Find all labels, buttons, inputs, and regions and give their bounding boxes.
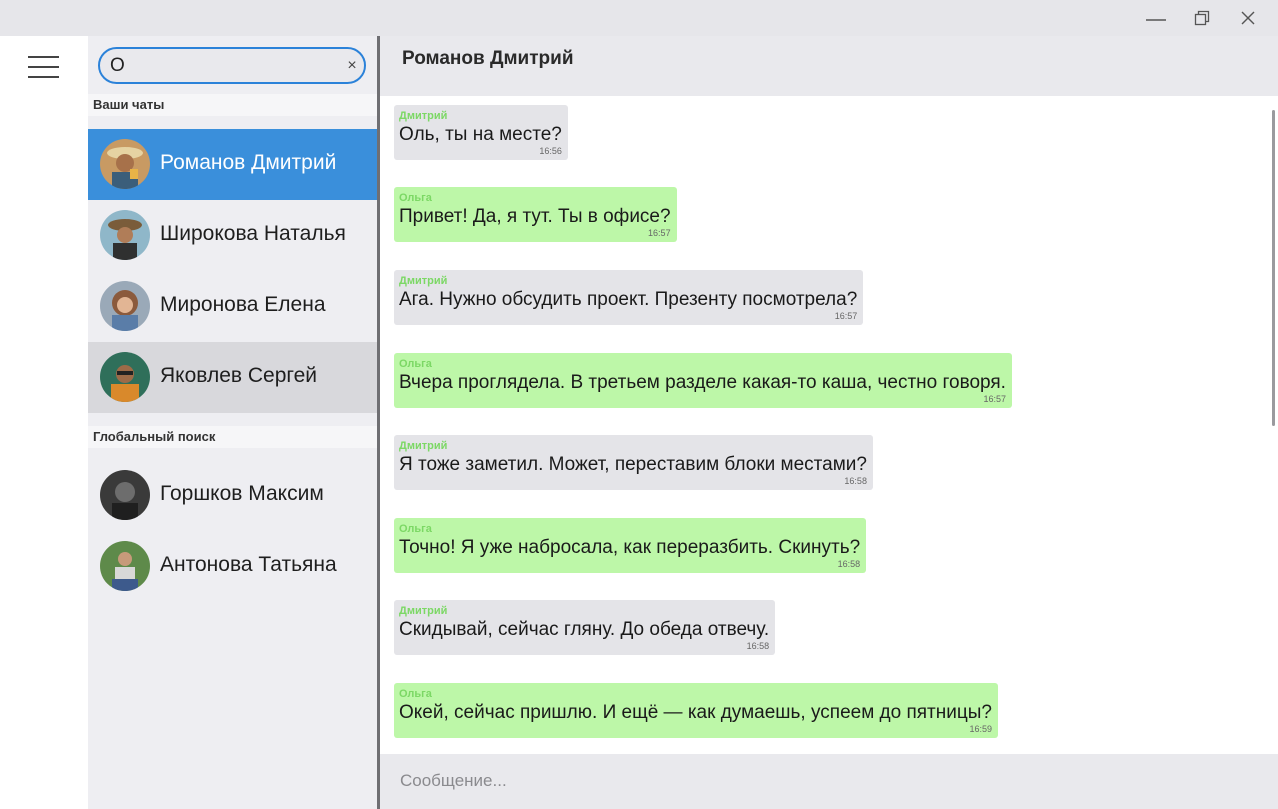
message-text: Окей, сейчас пришлю. И ещё — как думаешь… — [399, 702, 992, 723]
message-text: Привет! Да, я тут. Ты в офисе? — [399, 206, 671, 227]
message-time: 16:57 — [834, 311, 858, 321]
message-time: 16:59 — [969, 724, 992, 734]
chat-item[interactable]: Миронова Елена — [88, 271, 377, 342]
message-text: Вчера проглядела. В третьем разделе кака… — [399, 372, 1006, 393]
global-result-item[interactable]: Горшков Максим — [88, 460, 377, 531]
chat-name: Романов Дмитрий — [160, 151, 337, 174]
message-bubble: Дмитрий Скидывай, сейчас гляну. До обеда… — [394, 600, 776, 655]
avatar — [100, 210, 150, 260]
search-input[interactable] — [110, 55, 330, 77]
maximize-button[interactable] — [1179, 0, 1225, 36]
message-bubble: Ольга Окей, сейчас пришлю. И ещё — как д… — [394, 683, 998, 738]
chat-item[interactable]: Яковлев Сергей — [88, 342, 377, 413]
message-text: Точно! Я уже набросала, как переразбить.… — [399, 537, 861, 558]
message-text: Я тоже заметил. Может, переставим блоки … — [399, 454, 867, 475]
global-result-item[interactable]: Антонова Татьяна — [88, 531, 377, 602]
nav-rail — [0, 36, 88, 809]
message-bubble: Ольга Привет! Да, я тут. Ты в офисе? 16:… — [394, 187, 677, 242]
message-sender: Ольга — [399, 192, 432, 204]
message-time: 16:58 — [844, 476, 867, 486]
message-sender: Ольга — [399, 523, 432, 535]
avatar — [100, 281, 150, 331]
message-input[interactable] — [400, 766, 1240, 796]
message-scrollbar[interactable] — [1272, 110, 1275, 426]
minimize-button[interactable] — [1133, 0, 1179, 36]
minimize-icon — [1146, 19, 1166, 21]
section-your-chats: Ваши чаты — [88, 94, 377, 116]
hamburger-menu-icon[interactable] — [28, 56, 60, 78]
chat-item[interactable]: Широкова Наталья — [88, 200, 377, 271]
message-text: Оль, ты на месте? — [399, 124, 562, 145]
conversation-header: Романов Дмитрий — [380, 36, 1278, 96]
message-sender: Дмитрий — [399, 605, 448, 617]
message-time: 16:56 — [539, 146, 562, 156]
close-icon — [1241, 11, 1255, 25]
message-bubble: Ольга Точно! Я уже набросала, как перера… — [394, 518, 867, 573]
chat-name: Широкова Наталья — [160, 222, 346, 245]
message-sender: Дмитрий — [399, 440, 448, 452]
message-time: 16:58 — [746, 641, 770, 651]
chat-name: Миронова Елена — [160, 293, 326, 316]
chat-name: Горшков Максим — [160, 482, 324, 505]
clear-search-icon[interactable]: × — [344, 57, 360, 75]
message-bubble: Дмитрий Ага. Нужно обсудить проект. През… — [394, 270, 864, 325]
message-time: 16:57 — [983, 394, 1006, 404]
avatar — [100, 352, 150, 402]
message-bubble: Дмитрий Оль, ты на месте? 16:56 — [394, 105, 568, 160]
avatar — [100, 139, 150, 189]
search-box[interactable]: × — [98, 47, 366, 84]
avatar — [100, 541, 150, 591]
message-sender: Дмитрий — [399, 110, 448, 122]
message-time: 16:58 — [837, 559, 861, 569]
chat-name: Антонова Татьяна — [160, 553, 337, 576]
chat-item[interactable]: Романов Дмитрий — [88, 129, 377, 200]
chat-name: Яковлев Сергей — [160, 364, 317, 387]
chat-list-panel: × Ваши чаты Романов Дмитрий Широкова Нат… — [88, 36, 377, 809]
message-text: Ага. Нужно обсудить проект. Презенту пос… — [399, 289, 858, 310]
title-bar — [0, 0, 1278, 36]
message-bubble: Дмитрий Я тоже заметил. Может, перестави… — [394, 435, 873, 490]
message-text: Скидывай, сейчас гляну. До обеда отвечу. — [399, 619, 770, 640]
message-sender: Ольга — [399, 688, 432, 700]
message-list: Дмитрий Оль, ты на месте? 16:56 Ольга Пр… — [380, 96, 1278, 754]
composer-bar — [380, 754, 1278, 809]
message-bubble: Ольга Вчера проглядела. В третьем раздел… — [394, 353, 1012, 408]
message-sender: Дмитрий — [399, 275, 448, 287]
conversation-title: Романов Дмитрий — [402, 48, 574, 69]
message-sender: Ольга — [399, 358, 432, 370]
message-time: 16:57 — [648, 228, 671, 238]
section-global-search: Глобальный поиск — [88, 426, 377, 448]
avatar — [100, 470, 150, 520]
close-button[interactable] — [1225, 0, 1271, 36]
restore-icon — [1194, 10, 1210, 26]
